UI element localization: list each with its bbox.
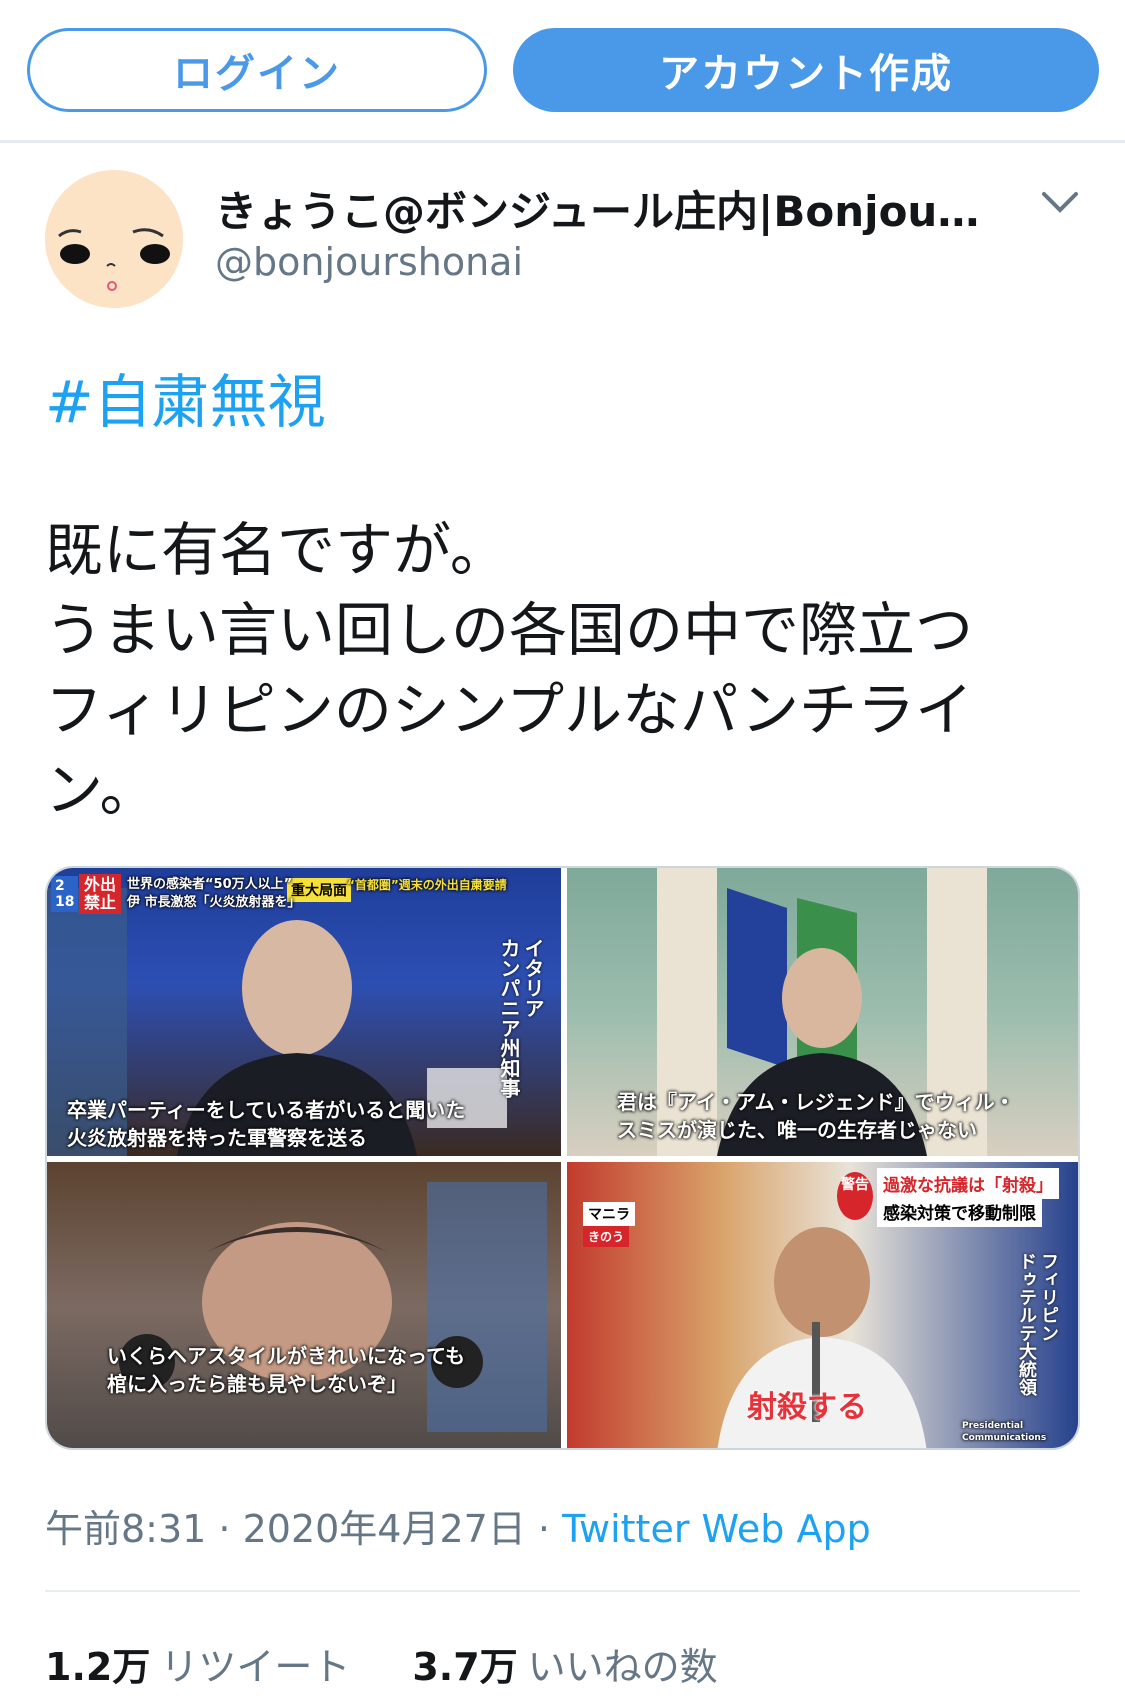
media-when: きのう (583, 1226, 630, 1247)
media-caption: 伊 市長激怒「火炎放射器を」 (127, 895, 301, 910)
retweet-count: 1.2万 (45, 1645, 151, 1689)
divider (45, 1590, 1080, 1592)
retweet-label: リツイート (160, 1645, 351, 1689)
media-photo-1[interactable]: 外出 禁止 2 18 重大局面 世界の感染者“50万人以上” 伊 市長激怒「火炎… (47, 868, 561, 1156)
tweet-line: フィリピンのシンプルなパンチライ (45, 676, 974, 744)
media-photo-2[interactable]: 君は『アイ・アム・レジェンド』でウィル・ スミスが演じた、唯一の生存者じゃない (567, 868, 1078, 1156)
tweet-text: 既に有名ですが。 うまい言い回しの各国の中で際立つ フィリピンのシンプルなパンチ… (45, 510, 1085, 830)
media-credit: Presidential Communications (962, 1421, 1047, 1443)
media-side-label: フィリピン ドゥテルテ大統領 (1016, 1252, 1059, 1396)
hashtag-link[interactable]: #自粛無視 (45, 355, 326, 439)
display-name[interactable]: きょうこ@ボンジュール庄内|Bonjour ... (215, 178, 995, 239)
warning-badge: 警告 (837, 1172, 873, 1220)
like-count: 3.7万 (412, 1645, 518, 1689)
tweet-line: 既に有名ですが。 (45, 516, 508, 584)
login-button[interactable]: ログイン (27, 28, 487, 112)
media-headline: 過激な抗議は「射殺」 (877, 1168, 1059, 1199)
tweet-time[interactable]: 午前8:31 (45, 1507, 206, 1551)
like-stat[interactable]: 3.7万 いいねの数 (412, 1645, 717, 1689)
user-handle[interactable]: @bonjourshonai (215, 240, 523, 284)
tweet-line: うまい言い回しの各国の中で際立つ (45, 596, 974, 664)
media-badge: 2 18 (51, 876, 79, 912)
media-badge: 外出 禁止 (79, 874, 122, 914)
tweet-meta: 午前8:31 · 2020年4月27日 · Twitter Web App (45, 1498, 871, 1553)
top-bar: ログイン アカウント作成 (0, 0, 1125, 143)
media-caption: いくらヘアスタイルがきれいになっても 棺に入ったら誰も見やしないぞ」 (107, 1344, 465, 1396)
tweet-date[interactable]: 2020年4月27日 (243, 1507, 526, 1551)
media-photo-4[interactable]: 警告 過激な抗議は「射殺」 感染対策で移動制限 マニラ きのう フィリピン ドゥ… (567, 1162, 1078, 1448)
separator: · (206, 1507, 243, 1551)
tweet-stats: 1.2万 リツイート 3.7万 いいねの数 (45, 1636, 718, 1691)
media-headline: 感染対策で移動制限 (877, 1196, 1042, 1227)
chevron-down-icon[interactable] (1040, 190, 1080, 216)
media-grid: 外出 禁止 2 18 重大局面 世界の感染者“50万人以上” 伊 市長激怒「火炎… (45, 866, 1080, 1450)
media-caption: 世界の感染者“50万人以上” (127, 877, 293, 892)
media-caption: 君は『アイ・アム・レジェンド』でウィル・ スミスが演じた、唯一の生存者じゃない (617, 1090, 1015, 1142)
media-caption: “首都圏”週末の外出自粛要請 (347, 878, 507, 892)
retweet-stat[interactable]: 1.2万 リツイート (45, 1645, 350, 1689)
avatar[interactable] (45, 170, 183, 308)
media-photo-3[interactable]: いくらヘアスタイルがきれいになっても 棺に入ったら誰も見やしないぞ」 (47, 1162, 561, 1448)
tweet-line: ン。 (45, 756, 158, 824)
avatar-face-icon (45, 170, 183, 308)
media-location: マニラ (583, 1202, 635, 1226)
media-caption: 卒業パーティーをしている者がいると聞いた 火炎放射器を持った軍警察を送る (67, 1098, 466, 1150)
like-label: いいねの数 (527, 1645, 718, 1689)
separator: · (525, 1507, 563, 1551)
person-silhouette-icon (119, 1182, 547, 1432)
media-side-label: イタリア カンパニア州知事 (497, 938, 545, 1098)
signup-button[interactable]: アカウント作成 (513, 28, 1099, 112)
source-app-link[interactable]: Twitter Web App (562, 1507, 871, 1551)
media-caption: 射殺する (747, 1390, 867, 1425)
